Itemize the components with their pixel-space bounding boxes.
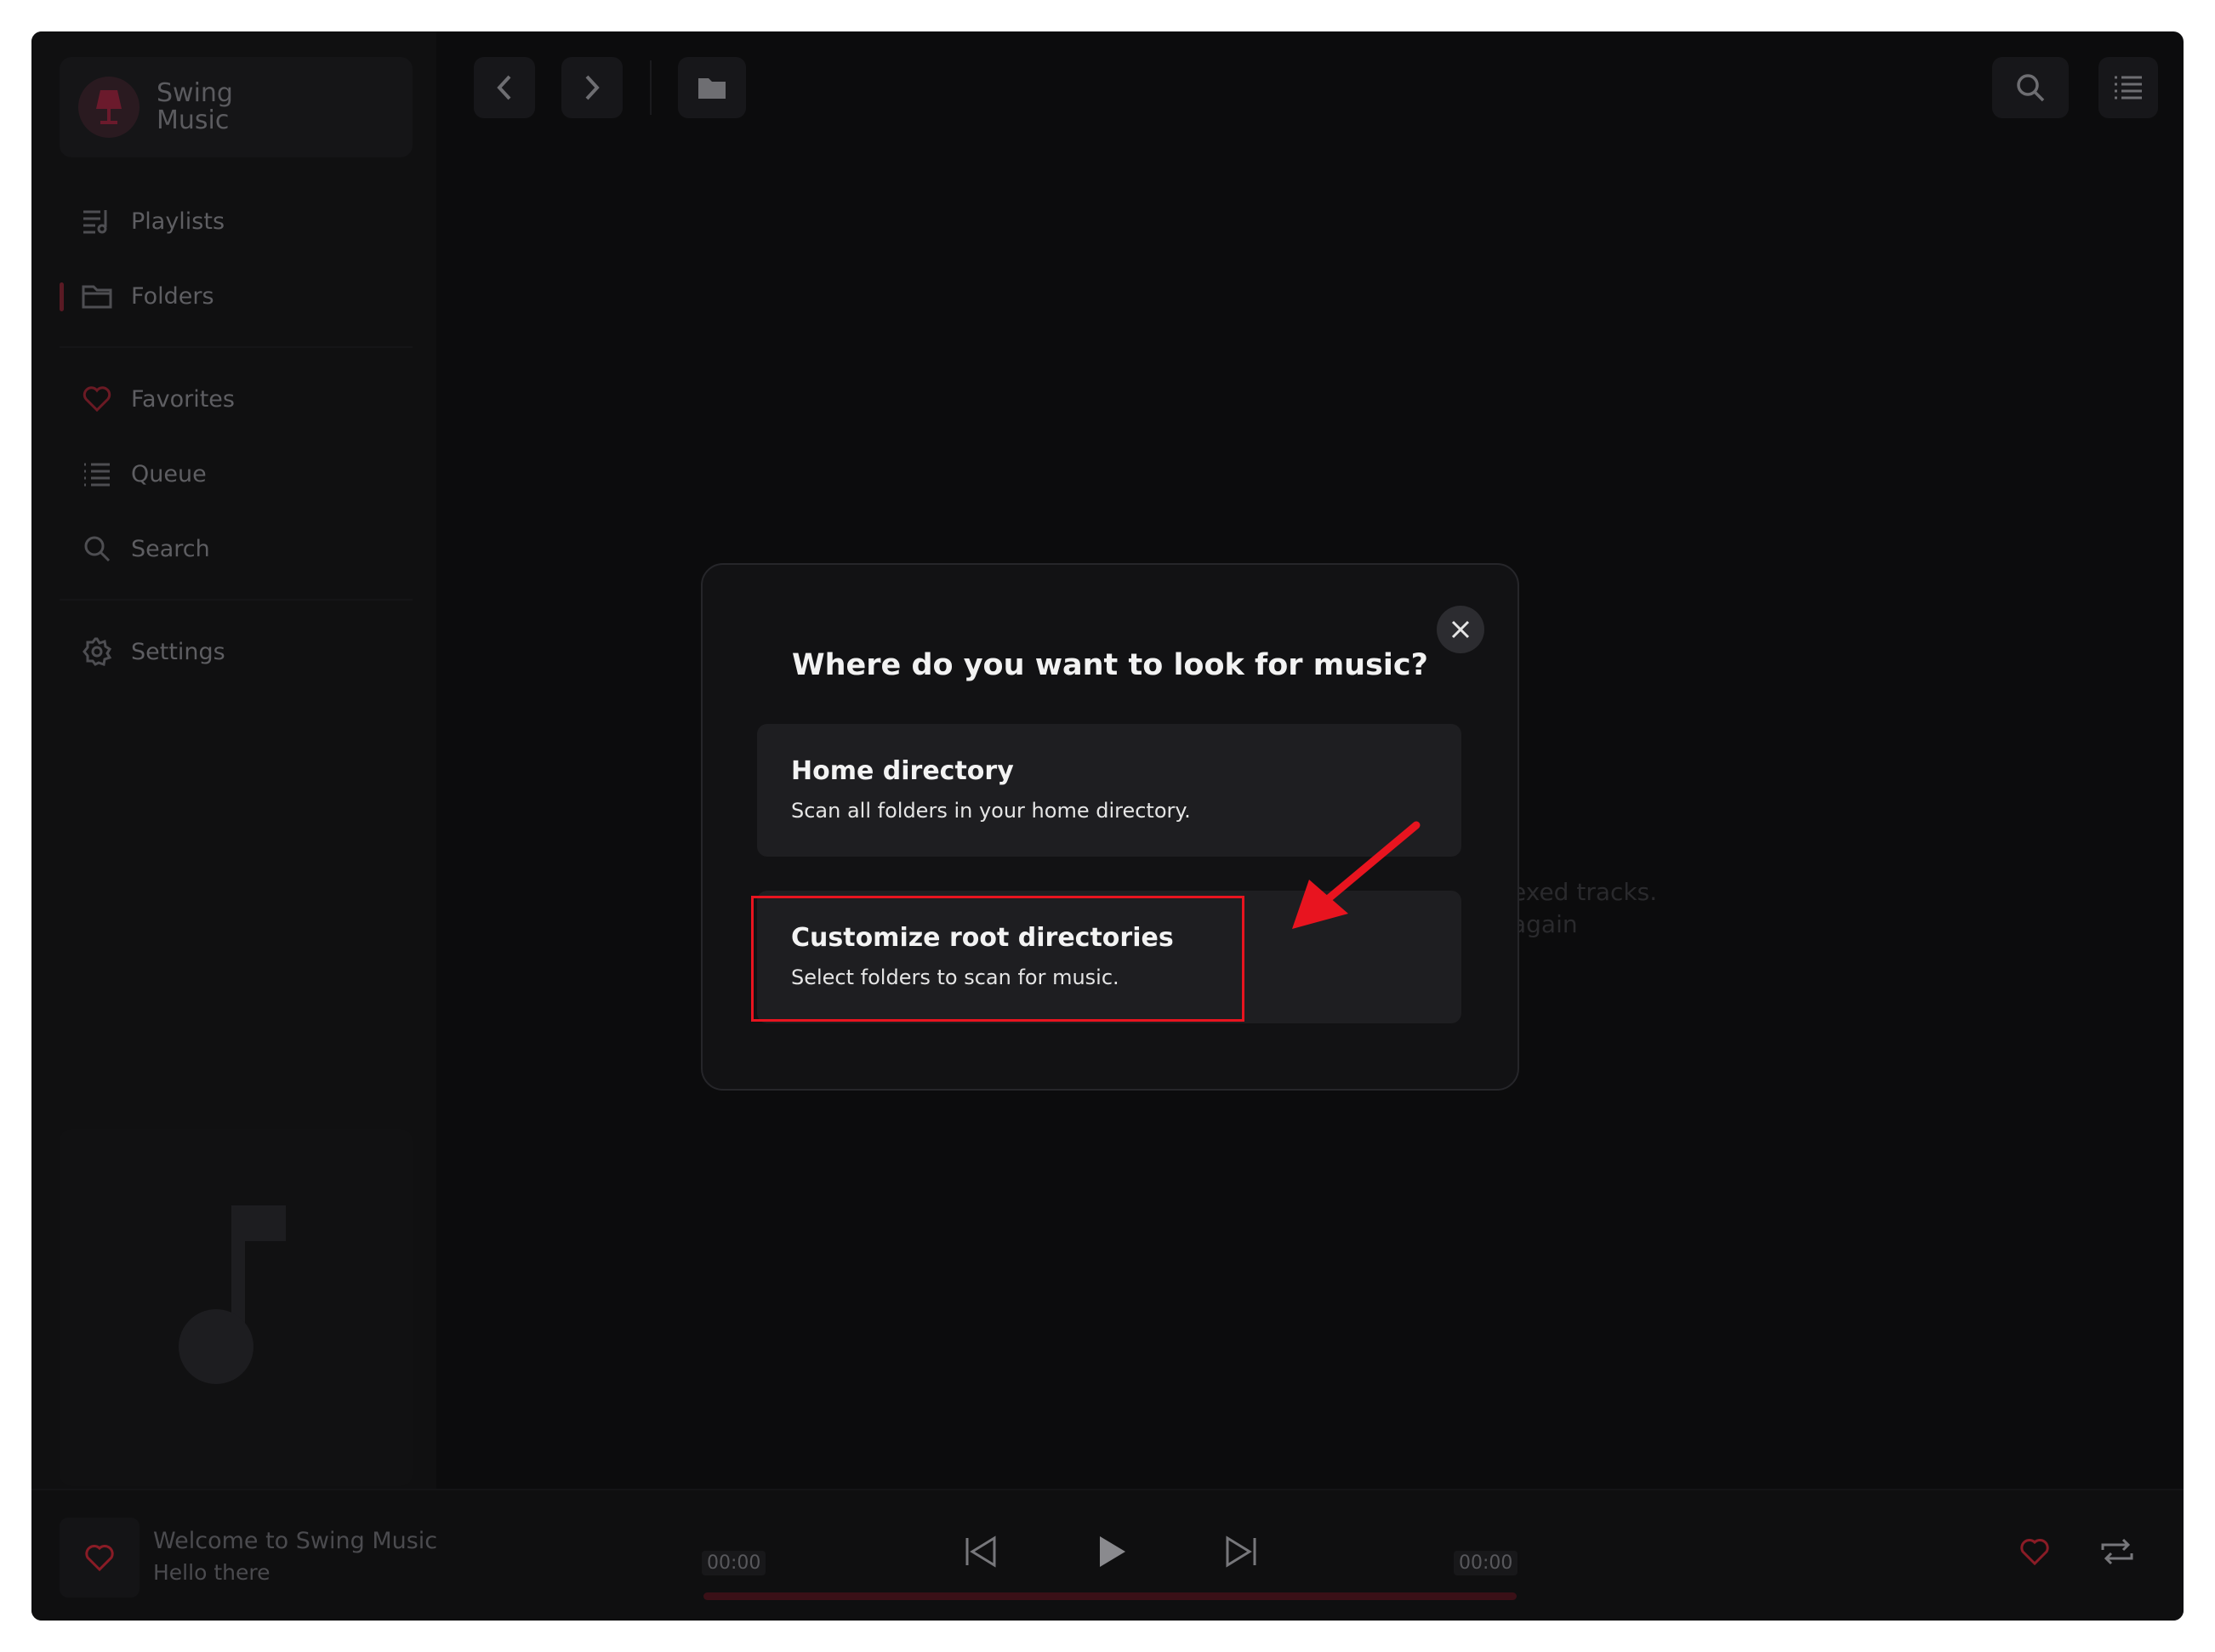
option-title: Home directory (791, 756, 1014, 786)
option-subtitle: Scan all folders in your home directory. (791, 799, 1191, 823)
highlight-box (751, 896, 1244, 1022)
close-button[interactable] (1437, 606, 1484, 653)
app-window: Swing Music Playlists Folders Favorites … (31, 31, 2184, 1621)
close-icon (1451, 620, 1470, 639)
modal-title: Where do you want to look for music? (792, 648, 1428, 682)
annotation-arrow-icon (1292, 821, 1421, 929)
